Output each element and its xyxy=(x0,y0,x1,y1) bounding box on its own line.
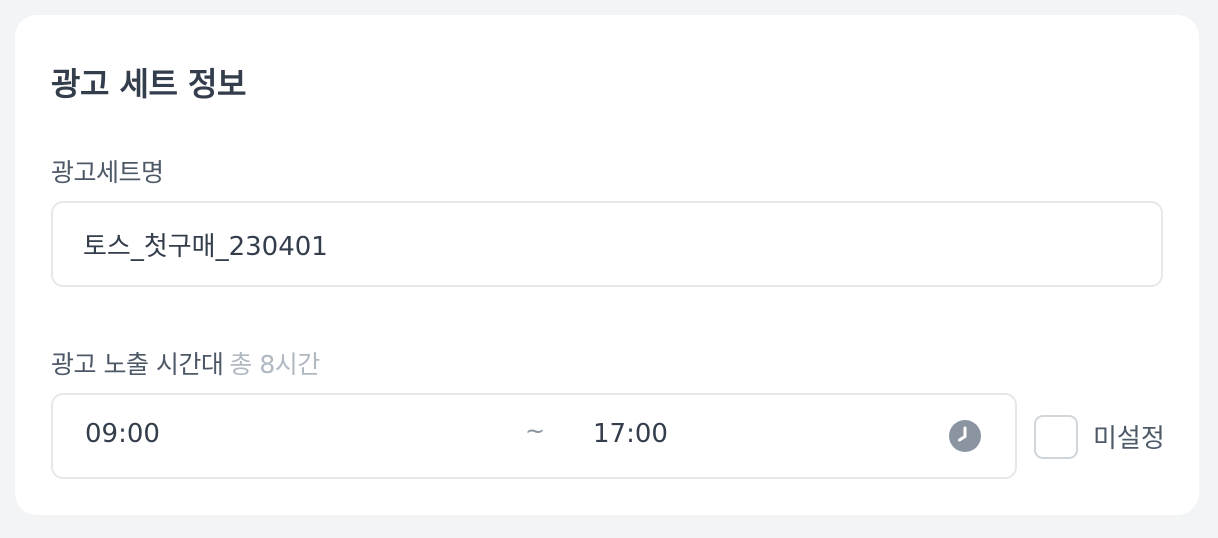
start-time-field[interactable]: 09:00 xyxy=(85,419,160,449)
section-title: 광고 세트 정보 xyxy=(51,65,246,103)
time-range-picker[interactable]: 09:00 ~ 17:00 xyxy=(51,393,1017,479)
adset-name-value: 토스_첫구매_230401 xyxy=(83,231,328,262)
exposure-time-label-text: 광고 노출 시간대 xyxy=(51,350,224,379)
range-separator: ~ xyxy=(525,417,546,445)
unset-checkbox[interactable] xyxy=(1034,415,1078,459)
end-time-field[interactable]: 17:00 xyxy=(593,419,668,449)
clock-icon[interactable] xyxy=(949,420,981,452)
adset-info-card: 광고 세트 정보 광고세트명 토스_첫구매_230401 광고 노출 시간대 총 … xyxy=(15,15,1199,515)
total-hours-hint: 총 8시간 xyxy=(229,350,320,379)
unset-checkbox-label[interactable]: 미설정 xyxy=(1093,418,1165,455)
adset-name-label: 광고세트명 xyxy=(51,158,164,187)
exposure-time-label: 광고 노출 시간대 총 8시간 xyxy=(51,345,320,381)
adset-name-input[interactable]: 토스_첫구매_230401 xyxy=(51,201,1163,287)
